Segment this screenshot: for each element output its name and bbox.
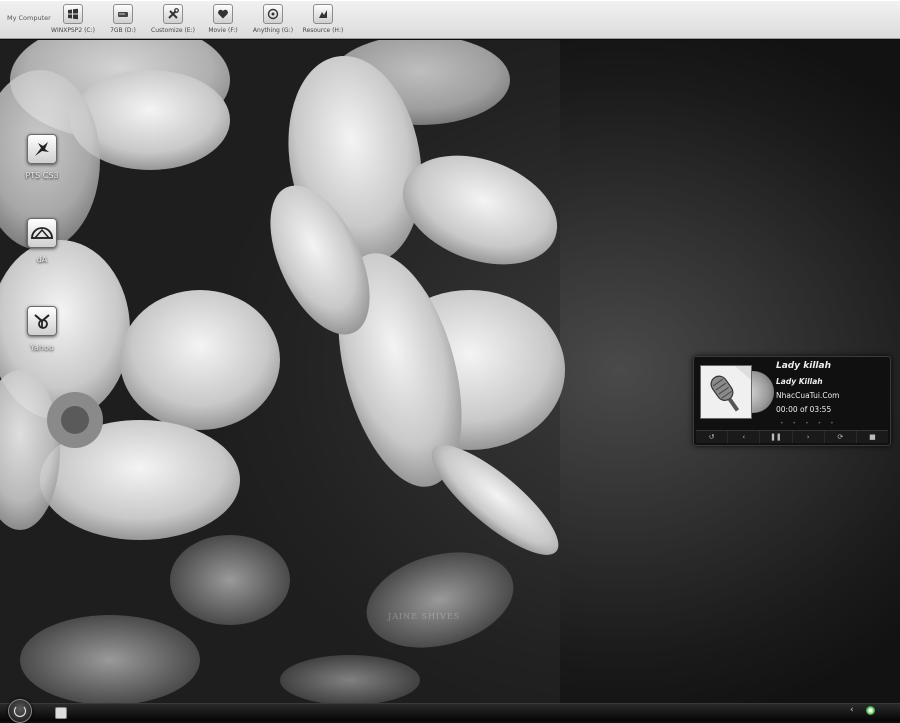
drive-label: Resource (H:): [302, 27, 344, 34]
next-button[interactable]: ›: [793, 431, 825, 443]
drive-icon: [113, 4, 133, 24]
yahoo-icon: [27, 306, 57, 336]
pause-button[interactable]: ❚❚: [760, 431, 793, 443]
show-desktop-button[interactable]: [55, 707, 67, 719]
desktop-icon-label: Yahoo: [30, 343, 54, 352]
shuffle-button[interactable]: ⟳: [825, 431, 857, 443]
stop-button[interactable]: ■: [857, 431, 888, 443]
feather-icon: [27, 134, 57, 164]
desktop-icon-deviantart[interactable]: dA: [12, 218, 72, 264]
tray-expand-icon[interactable]: ‹: [850, 705, 854, 715]
resource-icon: [313, 4, 333, 24]
drive-h[interactable]: Resource (H:): [288, 4, 358, 36]
track-artist: Lady Killah: [776, 377, 823, 386]
desktop-icon-label: PTS CS3: [25, 171, 59, 180]
network-globe-icon[interactable]: [866, 706, 875, 715]
source-site[interactable]: NhacCuaTui.Com: [776, 391, 839, 400]
desktop-icon-photoshop[interactable]: PTS CS3: [12, 134, 72, 180]
microphone-icon: [701, 366, 751, 418]
taskbar: [0, 703, 900, 721]
track-title: Lady killah: [776, 361, 831, 371]
power-icon: [14, 705, 26, 717]
start-button[interactable]: [8, 699, 32, 723]
heart-icon: [213, 4, 233, 24]
playback-time: 00:00 of 03:55: [776, 405, 832, 414]
deviantart-icon: [27, 218, 57, 248]
repeat-button[interactable]: ↺: [696, 431, 729, 443]
tools-icon: [163, 4, 183, 24]
drive-bar: My Computer WINXPSP2 (C:) 7GB (D:) Custo…: [0, 0, 900, 39]
rating-dots[interactable]: •••••: [780, 420, 843, 427]
album-art: [700, 365, 752, 419]
desktop-icon-label: dA: [36, 255, 48, 264]
music-player-widget: Lady killah Lady Killah NhacCuaTui.Com 0…: [693, 356, 891, 446]
player-controls: ↺ ‹ ❚❚ › ⟳ ■: [696, 430, 888, 443]
previous-button[interactable]: ‹: [728, 431, 761, 443]
desktop-icon-yahoo[interactable]: Yahoo: [12, 306, 72, 352]
disc-icon: [263, 4, 283, 24]
photo-watermark: JAINE SHIVES: [388, 612, 461, 621]
windows-icon: [63, 4, 83, 24]
